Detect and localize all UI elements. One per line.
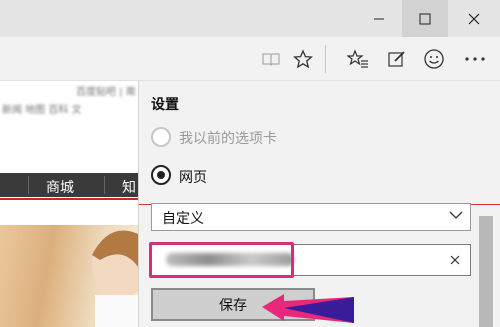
toolbar-separator (325, 45, 326, 73)
homepage-select[interactable]: 自定义 (151, 203, 471, 231)
radio-previous-tabs-label: 我以前的选项卡 (179, 131, 277, 147)
settings-title: 设置 (151, 97, 179, 113)
star-icon (293, 49, 313, 69)
radio-webpage-label: 网页 (179, 170, 207, 186)
reading-view-button[interactable] (256, 44, 286, 74)
book-icon (262, 53, 280, 66)
chevron-down-icon (448, 207, 464, 227)
panel-scrollbar[interactable] (479, 216, 493, 327)
star-list-icon (347, 49, 368, 68)
nav-item-mall[interactable]: 商城 (46, 177, 74, 197)
close-window-button[interactable] (448, 0, 500, 37)
maximize-button[interactable] (402, 0, 448, 37)
nav-divider (28, 176, 29, 194)
browser-toolbar (0, 37, 500, 81)
favorite-button[interactable] (288, 44, 318, 74)
hub-button[interactable] (343, 44, 373, 74)
maximize-icon (419, 13, 431, 24)
child-photo-image (92, 230, 138, 327)
pointer-arrow-annotation (262, 294, 354, 323)
nav-item-zhi[interactable]: 知 (122, 177, 136, 197)
page-photo (0, 225, 138, 327)
minimize-icon (374, 18, 384, 19)
nav-divider (104, 176, 105, 194)
radio-previous-tabs[interactable] (151, 127, 171, 147)
homepage-select-value: 自定义 (162, 211, 204, 227)
radio-webpage[interactable] (151, 165, 171, 185)
webpage-content: 百度贴吧 | 南 新闻 地图 百科 文 商城 知 (0, 81, 138, 327)
smiley-icon (424, 49, 444, 69)
feedback-button[interactable] (419, 44, 449, 74)
more-button[interactable] (460, 44, 490, 74)
ellipsis-icon (465, 57, 485, 61)
blurred-nav-text: 新闻 地图 百科 文 (2, 105, 82, 116)
web-note-button[interactable] (382, 44, 412, 74)
close-icon (468, 13, 480, 24)
page-red-rule (0, 198, 138, 200)
close-icon (450, 255, 460, 265)
clear-input-button[interactable] (446, 251, 464, 269)
pen-note-icon (388, 51, 405, 67)
blurred-header-text: 百度贴吧 | 南 (76, 87, 136, 98)
site-nav-bar: 商城 知 (0, 173, 138, 197)
title-bar (0, 0, 500, 37)
settings-panel: 设置 我以前的选项卡 网页 自定义 保存 (138, 81, 500, 327)
input-highlight-box (149, 242, 294, 278)
minimize-button[interactable] (356, 0, 402, 37)
